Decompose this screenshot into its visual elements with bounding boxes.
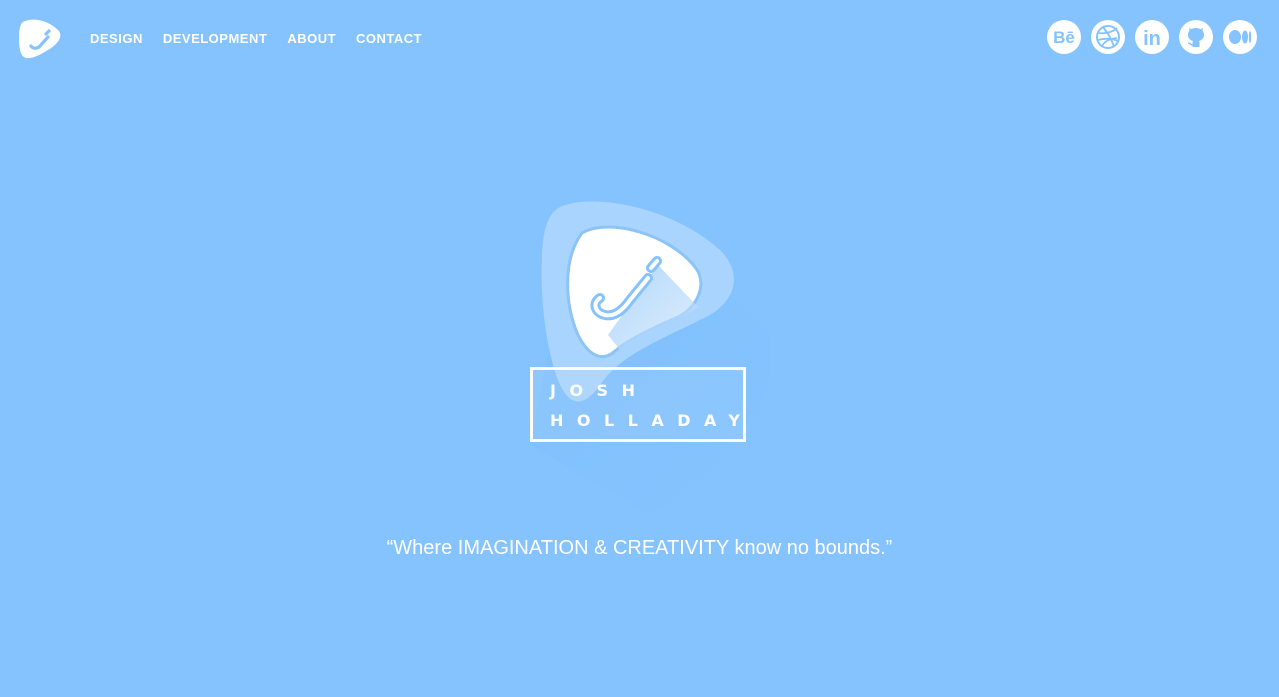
name-logotype: JOSH HOLLADAY: [530, 367, 746, 442]
hero-tagline: “Where IMAGINATION & CREATIVITY know no …: [386, 537, 893, 559]
linkedin-link[interactable]: in: [1135, 20, 1169, 54]
name-last: HOLLADAY: [550, 411, 754, 430]
nav-development-link[interactable]: DEVELOPMENT: [163, 31, 267, 47]
dribbble-link[interactable]: [1091, 20, 1125, 54]
dribbble-icon: [1096, 25, 1120, 49]
medium-link[interactable]: [1223, 20, 1257, 54]
behance-link[interactable]: Bē: [1047, 20, 1081, 54]
svg-text:in: in: [1143, 28, 1161, 50]
name-first: JOSH: [550, 381, 649, 400]
medium-icon: [1229, 30, 1252, 44]
github-icon: [1187, 28, 1204, 47]
j-guitar-pick-logo-icon[interactable]: [18, 18, 62, 60]
linkedin-icon: in: [1143, 28, 1161, 50]
nav-about-link[interactable]: ABOUT: [287, 31, 336, 47]
behance-icon: Bē: [1053, 28, 1075, 47]
social-links: Bē in: [1047, 20, 1257, 54]
github-link[interactable]: [1179, 20, 1213, 54]
main-nav: DESIGN DEVELOPMENT ABOUT CONTACT: [90, 31, 422, 47]
j-guitar-pick-emblem-icon: [530, 201, 770, 515]
nav-contact-link[interactable]: CONTACT: [356, 31, 422, 47]
svg-text:Bē: Bē: [1053, 28, 1075, 47]
nav-design-link[interactable]: DESIGN: [90, 31, 143, 47]
landing-page: DESIGN DEVELOPMENT ABOUT CONTACT Bē in J…: [0, 0, 1279, 697]
